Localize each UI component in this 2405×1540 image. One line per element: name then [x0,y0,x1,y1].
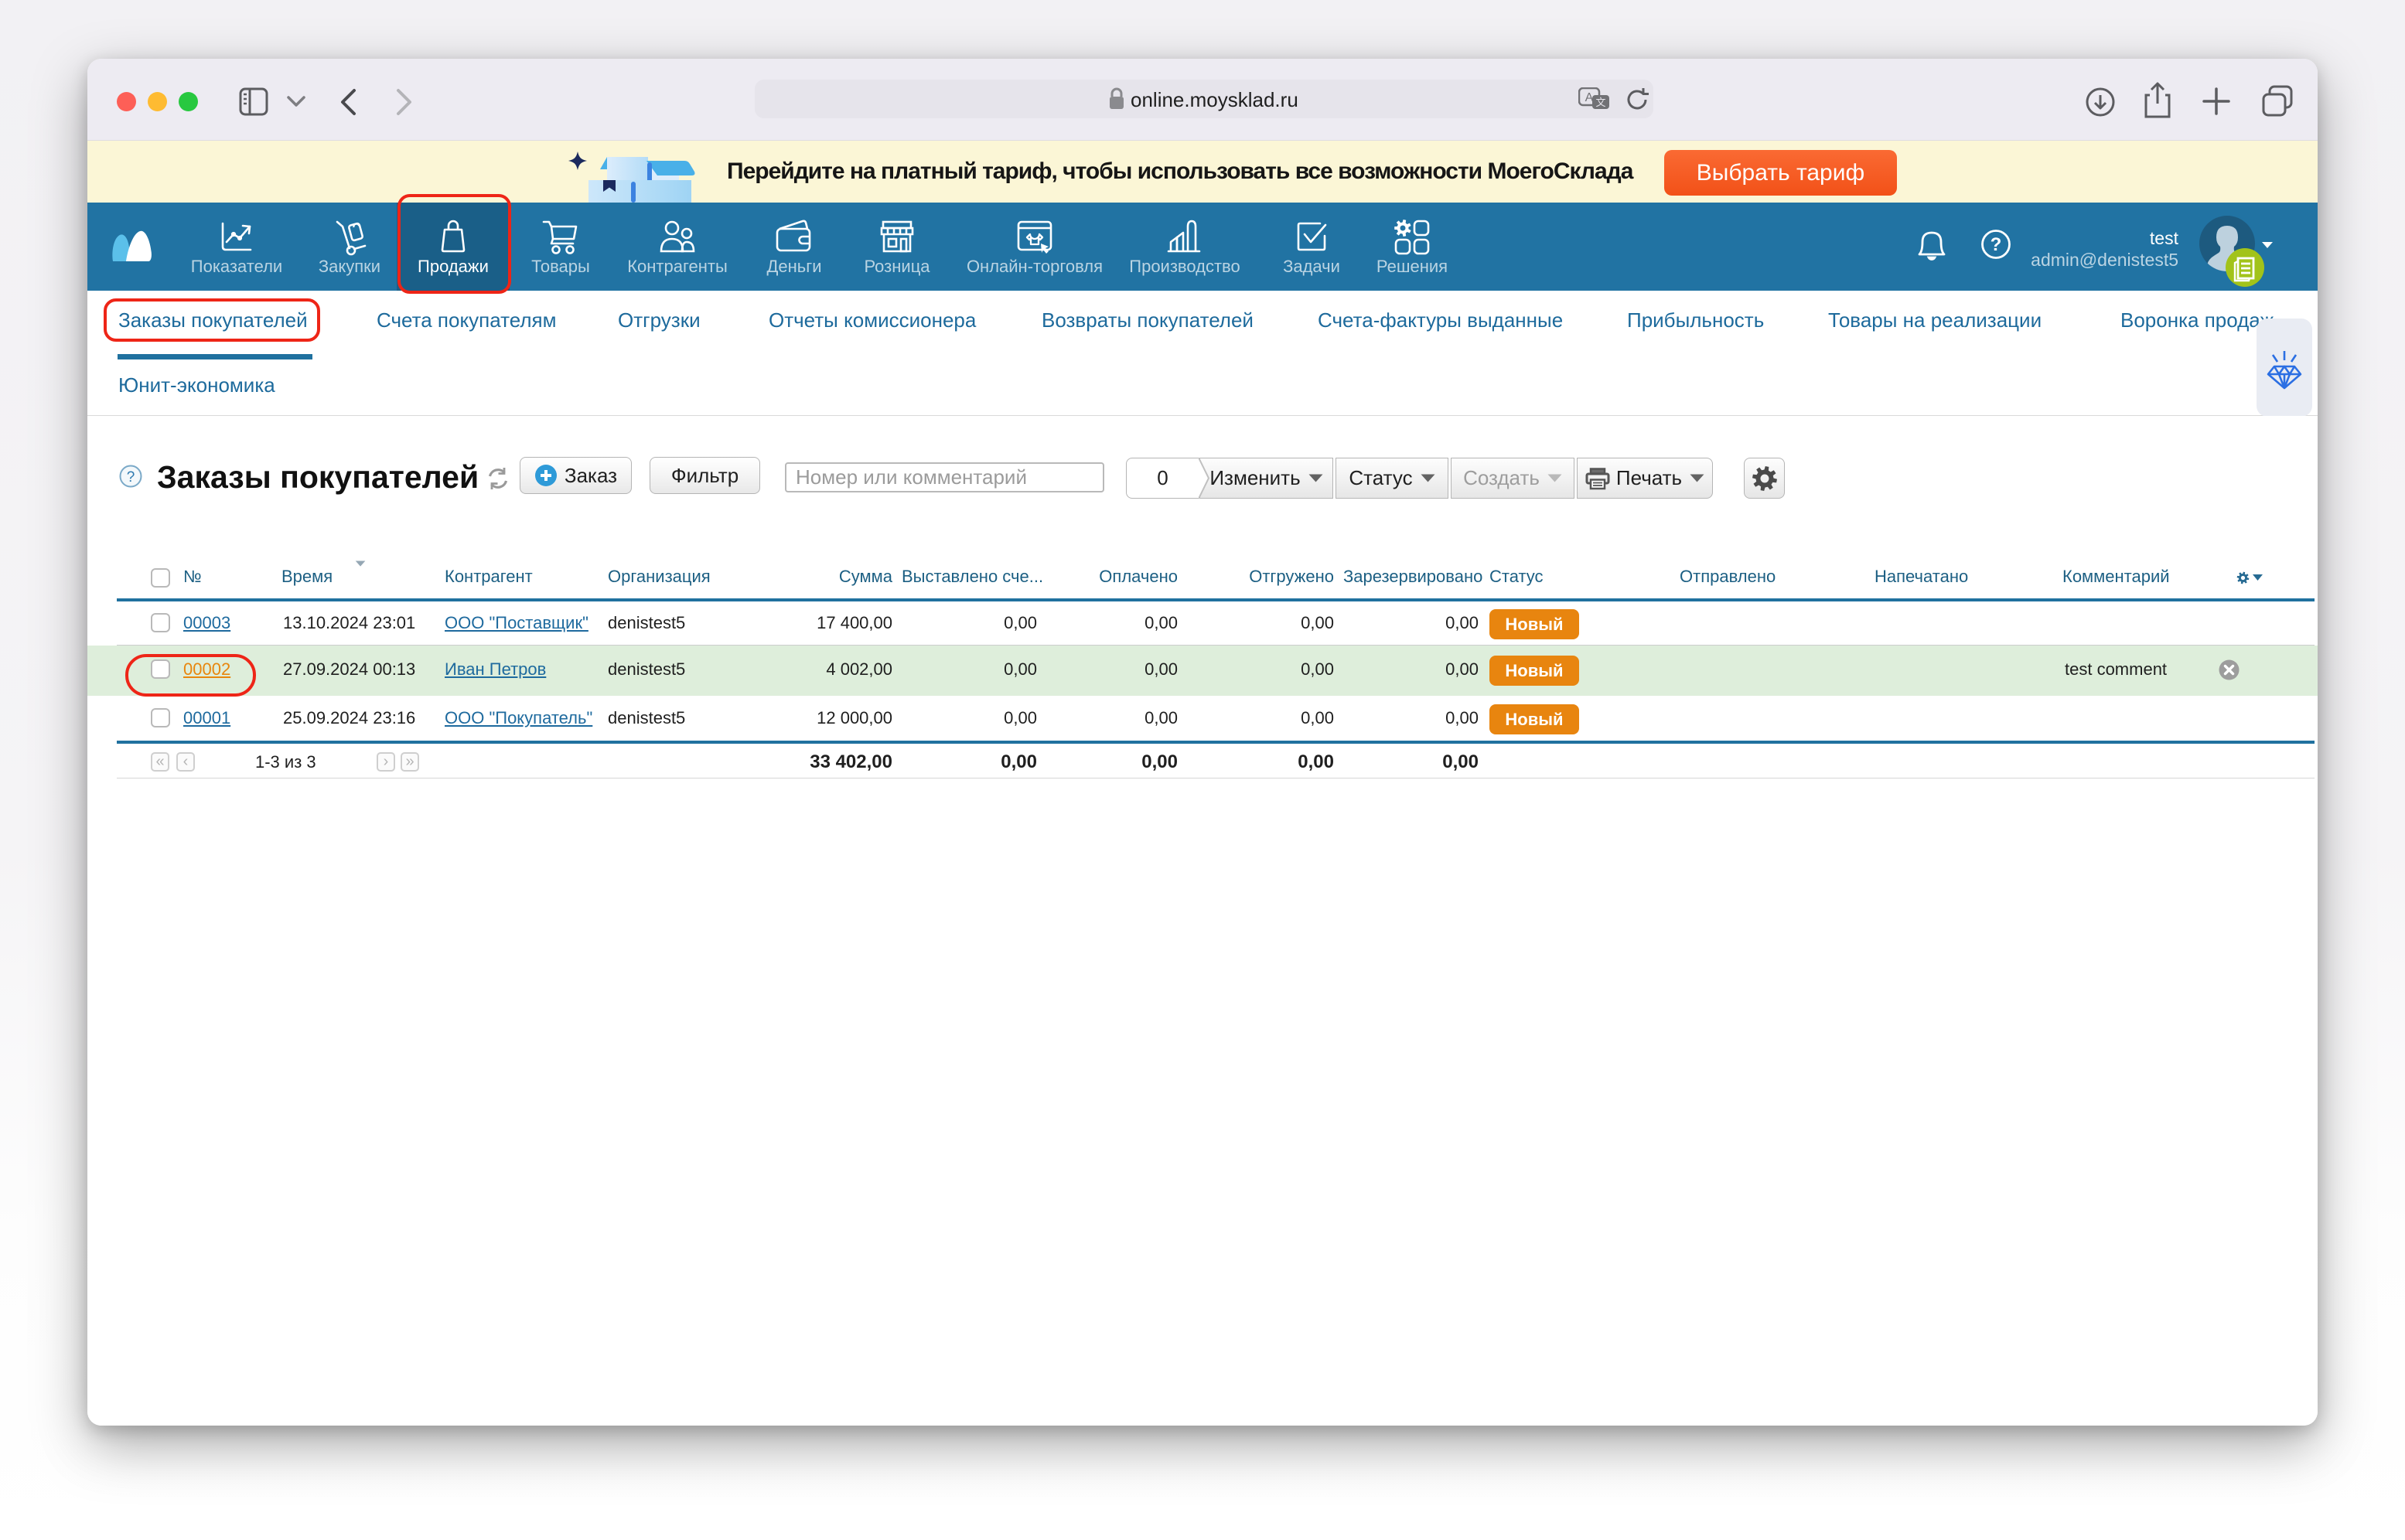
svg-text:文: 文 [1595,97,1605,108]
svg-text:?: ? [127,469,135,486]
